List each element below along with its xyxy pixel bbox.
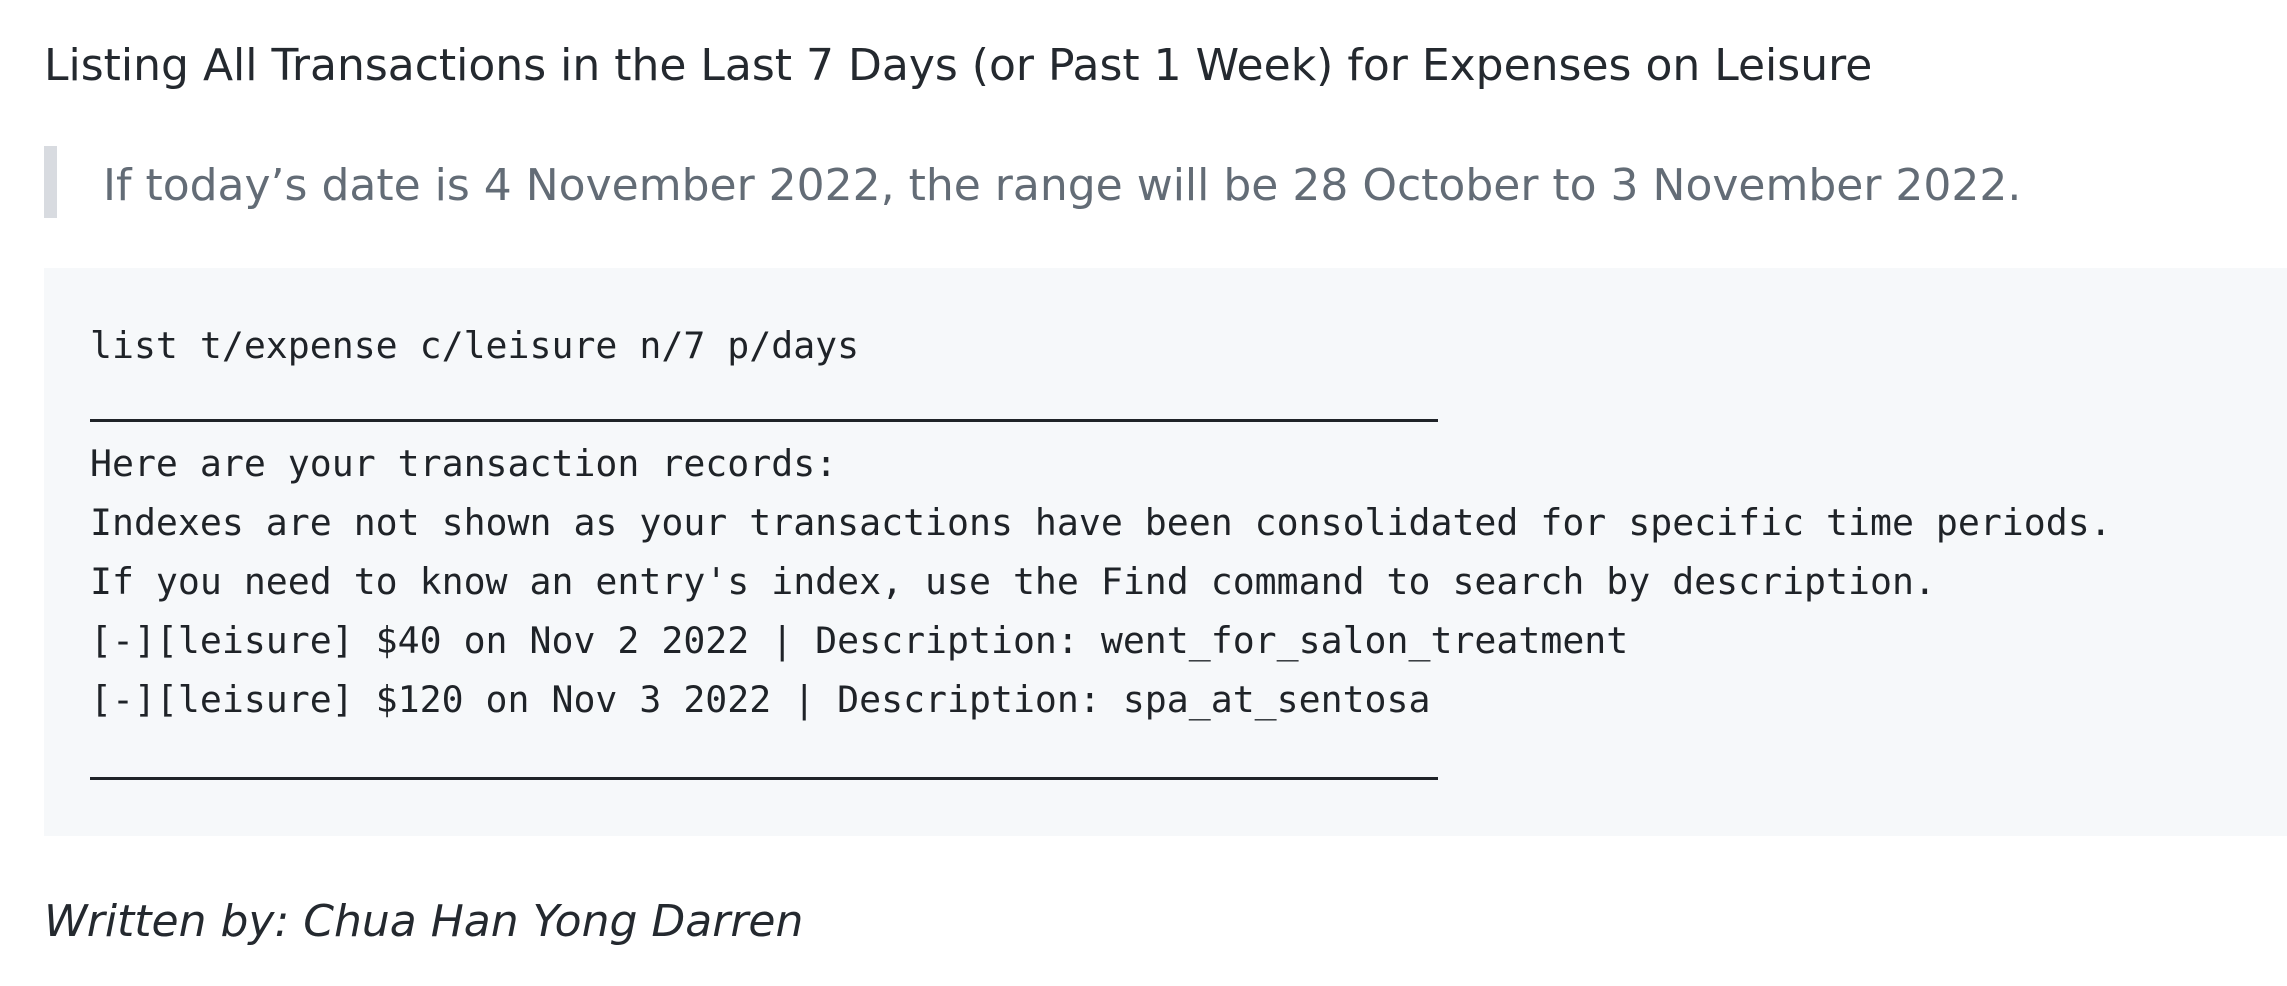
code-output-line: Indexes are not shown as your transactio… [90,501,2112,544]
code-separator-bottom [90,777,1438,780]
code-output-line: Here are your transaction records: [90,442,838,485]
code-output-line: [-][leisure] $40 on Nov 2 2022 | Descrip… [90,619,1629,662]
code-output-line: If you need to know an entry's index, us… [90,560,1936,603]
section-heading: Listing All Transactions in the Last 7 D… [44,40,1873,91]
code-separator-top [90,419,1438,422]
code-output-line: [-][leisure] $120 on Nov 3 2022 | Descri… [90,678,1431,721]
code-command: list t/expense c/leisure n/7 p/days [90,324,860,367]
blockquote-note: If today’s date is 4 November 2022, the … [103,160,2022,211]
author-credit: Written by: Chua Han Yong Darren [44,896,804,947]
